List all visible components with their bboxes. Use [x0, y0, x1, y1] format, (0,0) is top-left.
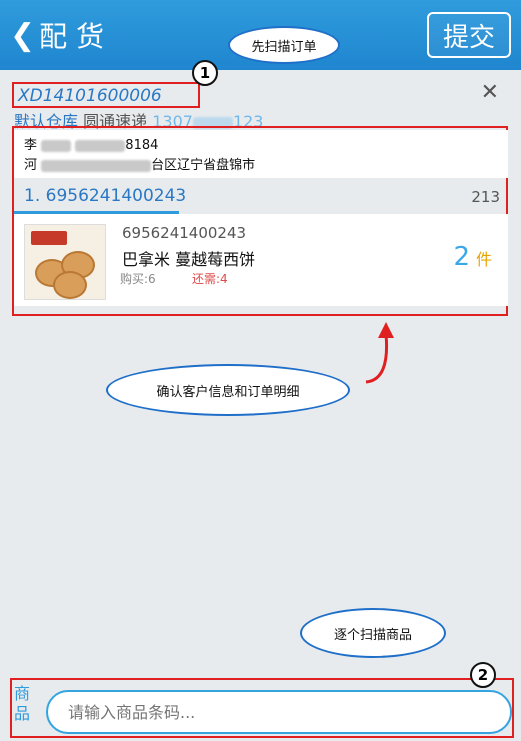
package-shape — [31, 231, 67, 245]
callout-scan-order-text: 先扫描订单 — [251, 39, 317, 55]
qty-value: 2 — [453, 242, 470, 272]
order-number[interactable]: XD14101600006 — [18, 86, 162, 106]
item-quantity: 2件 — [453, 242, 492, 272]
cookie-shape — [53, 271, 87, 299]
customer-phone-tail: 8184 — [125, 138, 159, 153]
callout-confirm-info-text: 确认客户信息和订单明细 — [156, 384, 300, 400]
item-name: 巴拿米 蔓越莓西饼 — [122, 250, 256, 269]
step-badge-2: 2 — [470, 662, 496, 688]
need-value: 4 — [220, 272, 228, 286]
page-title: 配 货 — [39, 20, 105, 53]
item-list-barcode: 1. 6956241400243 — [24, 186, 187, 206]
callout-scan-items-text: 逐个扫描商品 — [333, 627, 412, 643]
step-badge-2-text: 2 — [477, 666, 489, 684]
customer-address-prefix: 河 — [24, 158, 38, 173]
list-item[interactable]: 6956241400243 巴拿米 蔓越莓西饼 购买:6 还需:4 2件 — [14, 214, 508, 306]
input-label: 商品 — [14, 684, 31, 723]
customer-address: 台区辽宁省盘锦市 — [151, 158, 256, 173]
item-list-header[interactable]: 1. 6956241400243 213 — [14, 182, 508, 212]
close-icon[interactable]: ✕ — [481, 80, 499, 105]
name-redaction — [41, 139, 72, 152]
customer-name-line: 李 8184 — [24, 134, 158, 153]
customer-address-line: 河 台区辽宁省盘锦市 — [24, 154, 255, 173]
need-label: 还需: — [192, 272, 221, 286]
back-button[interactable]: ❮ 配 货 — [10, 10, 104, 60]
bought-label: 购买: — [120, 272, 149, 286]
callout-arrow-icon — [365, 322, 394, 384]
bought-value: 6 — [148, 272, 156, 286]
qty-unit: 件 — [475, 250, 492, 269]
step-badge-1-text: 1 — [199, 64, 211, 82]
item-bought: 购买:6 — [120, 270, 156, 287]
barcode-input[interactable] — [46, 690, 512, 734]
item-need: 还需:4 — [192, 270, 228, 287]
callout-confirm-info: 确认客户信息和订单明细 — [106, 364, 350, 416]
back-chevron-icon: ❮ — [10, 17, 36, 53]
item-sku: 6956241400243 — [122, 224, 247, 242]
phone-redaction-2 — [75, 139, 126, 152]
callout-scan-items: 逐个扫描商品 — [300, 608, 446, 658]
customer-info: 李 8184 河 台区辽宁省盘锦市 — [14, 130, 508, 178]
submit-button[interactable]: 提交 — [427, 12, 511, 58]
callout-scan-order: 先扫描订单 — [228, 26, 340, 64]
address-redaction — [41, 159, 152, 172]
customer-name: 李 — [24, 138, 38, 153]
item-list-count: 213 — [471, 188, 500, 206]
product-image — [24, 224, 106, 300]
step-badge-1: 1 — [192, 60, 218, 86]
